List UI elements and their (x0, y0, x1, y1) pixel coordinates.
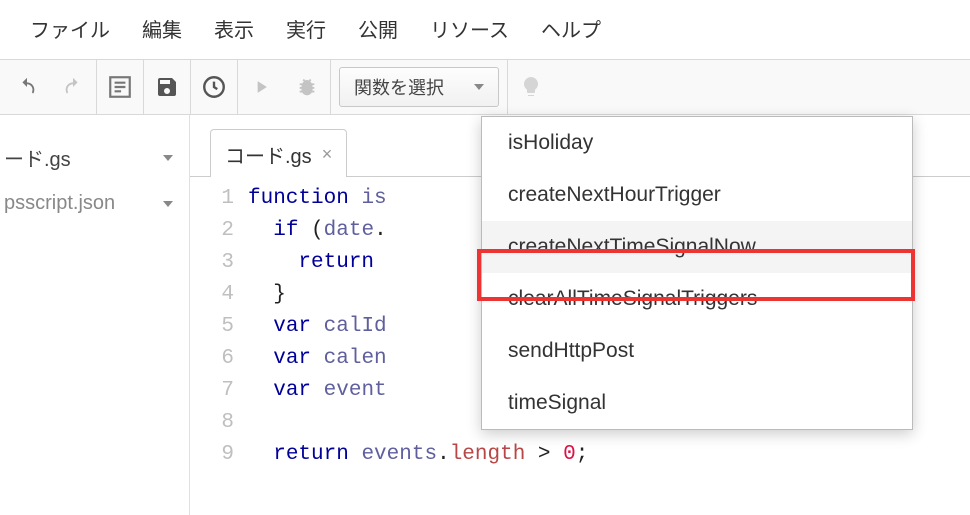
redo-button[interactable] (50, 59, 96, 115)
dropdown-item[interactable]: timeSignal (482, 377, 912, 429)
chevron-down-icon (163, 201, 173, 207)
sidebar-item-label: ード.gs (4, 143, 71, 172)
menu-help[interactable]: ヘルプ (541, 14, 601, 43)
line-gutter: 123456789 (190, 183, 248, 471)
function-select-label: 関数を選択 (354, 74, 444, 100)
sidebar-item-label: psscript.json (4, 192, 115, 215)
menu-edit[interactable]: 編集 (142, 14, 182, 43)
dropdown-item[interactable]: createNextHourTrigger (482, 169, 912, 221)
tab-code-gs[interactable]: コード.gs × (210, 129, 347, 177)
menu-view[interactable]: 表示 (214, 14, 254, 43)
undo-button[interactable] (4, 59, 50, 115)
dropdown-item[interactable]: createNextTimeSignalNow (482, 221, 912, 273)
sidebar-item-appsscript[interactable]: psscript.json (0, 182, 189, 225)
function-dropdown-menu[interactable]: isHolidaycreateNextHourTriggercreateNext… (481, 116, 913, 430)
sidebar: ード.gs psscript.json (0, 115, 190, 515)
menu-resources[interactable]: リソース (430, 14, 509, 43)
debug-button[interactable] (284, 59, 330, 115)
close-icon[interactable]: × (322, 144, 333, 165)
triggers-button[interactable] (191, 59, 237, 115)
sidebar-item-code[interactable]: ード.gs (0, 133, 189, 182)
dropdown-item[interactable]: isHoliday (482, 117, 912, 169)
indent-button[interactable] (97, 59, 143, 115)
menu-run[interactable]: 実行 (286, 14, 326, 43)
chevron-down-icon (474, 84, 484, 90)
chevron-down-icon (163, 155, 173, 161)
run-button[interactable] (238, 59, 284, 115)
save-button[interactable] (144, 59, 190, 115)
lightbulb-button[interactable] (508, 59, 554, 115)
menu-file[interactable]: ファイル (30, 14, 110, 43)
function-select-dropdown[interactable]: 関数を選択 (339, 67, 499, 107)
dropdown-item[interactable]: clearAllTimeSignalTriggers (482, 273, 912, 325)
dropdown-item[interactable]: sendHttpPost (482, 325, 912, 377)
menu-bar: ファイル 編集 表示 実行 公開 リソース ヘルプ (0, 0, 970, 59)
menu-publish[interactable]: 公開 (358, 14, 398, 43)
toolbar: 関数を選択 (0, 59, 970, 115)
tab-label: コード.gs (225, 140, 312, 169)
